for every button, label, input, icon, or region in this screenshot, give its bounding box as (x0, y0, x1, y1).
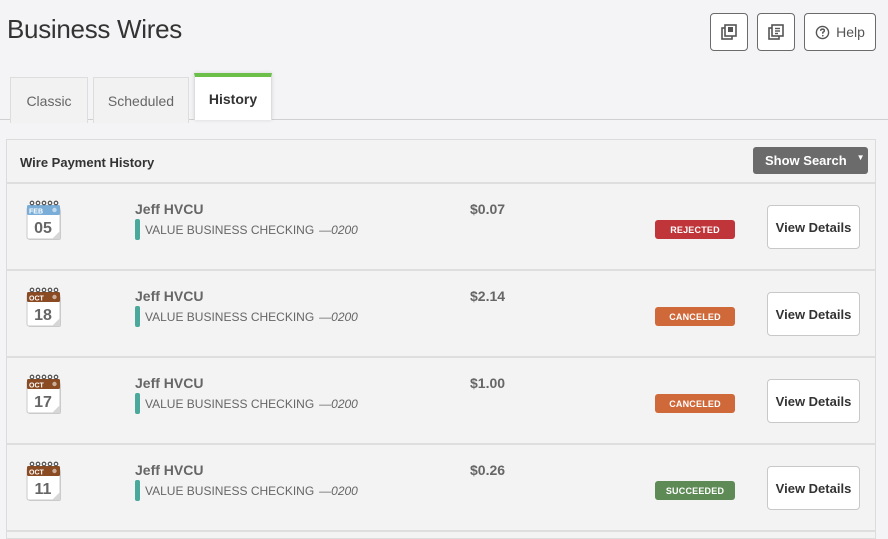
view-details-button[interactable]: View Details (767, 379, 860, 423)
svg-text:OCT: OCT (29, 383, 45, 390)
wire-amount: $0.26 (470, 462, 506, 478)
tab-bar: Classic Scheduled History (10, 73, 272, 123)
wire-list: FEB 05 Jeff HVCU VALUE BUSINESS CHECKING… (7, 184, 875, 532)
account-info: VALUE BUSINESS CHECKING —0200 (135, 219, 358, 240)
status-badge: SUCCEEDED (655, 481, 735, 500)
wire-history-panel: Wire Payment History Show Search ▼ FEB 0… (6, 139, 876, 539)
wire-amount: $1.00 (470, 375, 506, 391)
show-search-button[interactable]: Show Search ▼ (753, 147, 868, 174)
svg-text:17: 17 (34, 394, 52, 411)
tab-scheduled[interactable]: Scheduled (93, 77, 189, 123)
help-icon (815, 25, 830, 40)
page-title: Business Wires (7, 14, 182, 44)
panel-header: Wire Payment History Show Search ▼ (7, 140, 875, 184)
account-info: VALUE BUSINESS CHECKING —0200 (135, 480, 358, 501)
status-badge: CANCELED (655, 307, 735, 326)
payee-name: Jeff HVCU (135, 201, 204, 217)
calendar-icon: OCT 11 (26, 461, 61, 501)
status-badge: CANCELED (655, 394, 735, 413)
account-mask: —0200 (319, 222, 358, 237)
print-list-icon (721, 24, 737, 40)
status-badge: REJECTED (655, 220, 735, 239)
account-mask: —0200 (319, 309, 358, 324)
print-list-button[interactable] (710, 13, 748, 51)
account-name: VALUE BUSINESS CHECKING (145, 222, 315, 237)
panel-title: Wire Payment History (20, 155, 155, 170)
svg-text:OCT: OCT (29, 296, 45, 303)
account-color-bar (135, 393, 140, 414)
report-list-icon (768, 24, 784, 40)
tab-classic[interactable]: Classic (10, 77, 88, 123)
account-info: VALUE BUSINESS CHECKING —0200 (135, 393, 358, 414)
svg-text:11: 11 (35, 481, 52, 498)
svg-text:18: 18 (34, 307, 52, 324)
account-name: VALUE BUSINESS CHECKING (145, 309, 315, 324)
wire-row: OCT 11 Jeff HVCU VALUE BUSINESS CHECKING… (7, 445, 875, 532)
account-color-bar (135, 306, 140, 327)
svg-text:OCT: OCT (29, 470, 45, 477)
payee-name: Jeff HVCU (135, 462, 204, 478)
show-search-label: Show Search (765, 153, 847, 168)
help-label: Help (836, 24, 865, 40)
account-color-bar (135, 219, 140, 240)
wire-row: OCT 18 Jeff HVCU VALUE BUSINESS CHECKING… (7, 271, 875, 358)
account-name: VALUE BUSINESS CHECKING (145, 483, 315, 498)
svg-text:05: 05 (34, 220, 52, 237)
svg-text:FEB: FEB (29, 209, 43, 216)
account-mask: —0200 (319, 396, 358, 411)
account-info: VALUE BUSINESS CHECKING —0200 (135, 306, 358, 327)
wire-row: FEB 05 Jeff HVCU VALUE BUSINESS CHECKING… (7, 184, 875, 271)
wire-row: OCT 17 Jeff HVCU VALUE BUSINESS CHECKING… (7, 358, 875, 445)
help-button[interactable]: Help (804, 13, 876, 51)
view-details-button[interactable]: View Details (767, 292, 860, 336)
calendar-icon: FEB 05 (26, 200, 61, 240)
payee-name: Jeff HVCU (135, 288, 204, 304)
calendar-icon: OCT 17 (26, 374, 61, 414)
view-details-button[interactable]: View Details (767, 466, 860, 510)
account-name: VALUE BUSINESS CHECKING (145, 396, 315, 411)
view-details-button[interactable]: View Details (767, 205, 860, 249)
wire-amount: $2.14 (470, 288, 506, 304)
account-color-bar (135, 480, 140, 501)
wire-amount: $0.07 (470, 201, 506, 217)
tab-history[interactable]: History (194, 73, 272, 120)
account-mask: —0200 (319, 483, 358, 498)
payee-name: Jeff HVCU (135, 375, 204, 391)
calendar-icon: OCT 18 (26, 287, 61, 327)
caret-down-icon: ▼ (856, 153, 865, 162)
top-actions: Help (710, 13, 876, 51)
report-list-button[interactable] (757, 13, 795, 51)
